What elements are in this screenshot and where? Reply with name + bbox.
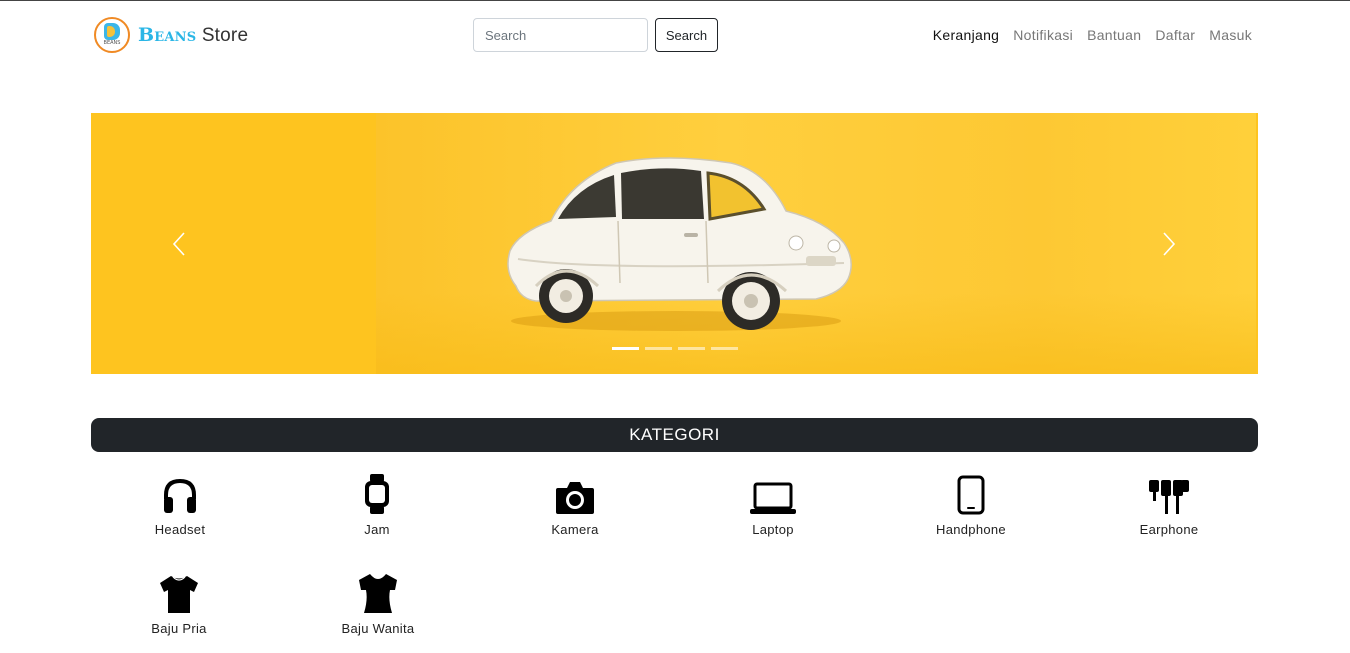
- nav-keranjang[interactable]: Keranjang: [933, 27, 1000, 43]
- brand-link[interactable]: BEANS Beans Store: [94, 17, 248, 53]
- nav-bantuan[interactable]: Bantuan: [1087, 27, 1141, 43]
- carousel-prev-icon[interactable]: [172, 231, 186, 257]
- carousel-indicator-2[interactable]: [645, 347, 672, 350]
- nav-notifikasi[interactable]: Notifikasi: [1013, 27, 1073, 43]
- navbar: BEANS Beans Store Search Keranjang Notif…: [0, 1, 1350, 71]
- hero-carousel: [91, 113, 1258, 374]
- category-headset[interactable]: Headset: [120, 473, 240, 537]
- tshirt-icon: [160, 576, 198, 613]
- nav-daftar[interactable]: Daftar: [1155, 27, 1195, 43]
- watch-icon: [365, 474, 389, 514]
- category-label: Kamera: [551, 522, 599, 537]
- laptop-icon: [750, 482, 796, 514]
- category-label: Jam: [364, 522, 390, 537]
- category-label: Earphone: [1139, 522, 1199, 537]
- phone-icon: [957, 475, 985, 515]
- category-label: Headset: [154, 522, 206, 537]
- blouse-icon: [359, 574, 397, 613]
- nav-links: Keranjang Notifikasi Bantuan Daftar Masu…: [933, 27, 1252, 43]
- category-label: Baju Wanita: [341, 621, 415, 636]
- carousel-indicators: [612, 347, 738, 350]
- search-form: Search: [473, 18, 718, 52]
- carousel-next-icon[interactable]: [1162, 231, 1176, 257]
- camera-icon: [556, 482, 594, 514]
- search-button[interactable]: Search: [655, 18, 718, 52]
- earphone-icon: [1149, 480, 1189, 514]
- category-laptop[interactable]: Laptop: [713, 473, 833, 537]
- category-label: Laptop: [752, 522, 794, 537]
- category-label: Baju Pria: [151, 621, 207, 636]
- carousel-indicator-4[interactable]: [711, 347, 738, 350]
- headset-icon: [164, 478, 196, 513]
- search-input[interactable]: [473, 18, 648, 52]
- category-earphone[interactable]: Earphone: [1109, 473, 1229, 537]
- brand-logo: BEANS: [94, 17, 130, 53]
- kategori-header: KATEGORI: [91, 418, 1258, 452]
- category-baju-pria[interactable]: Baju Pria: [119, 572, 239, 636]
- category-baju-wanita[interactable]: Baju Wanita: [318, 572, 438, 636]
- category-handphone[interactable]: Handphone: [911, 473, 1031, 537]
- carousel-indicator-3[interactable]: [678, 347, 705, 350]
- carousel-indicator-1[interactable]: [612, 347, 639, 350]
- category-kamera[interactable]: Kamera: [515, 473, 635, 537]
- nav-masuk[interactable]: Masuk: [1209, 27, 1252, 43]
- category-jam[interactable]: Jam: [317, 473, 437, 537]
- car-image: [507, 157, 852, 331]
- category-label: Handphone: [936, 522, 1006, 537]
- brand-name: Beans Store: [138, 23, 249, 46]
